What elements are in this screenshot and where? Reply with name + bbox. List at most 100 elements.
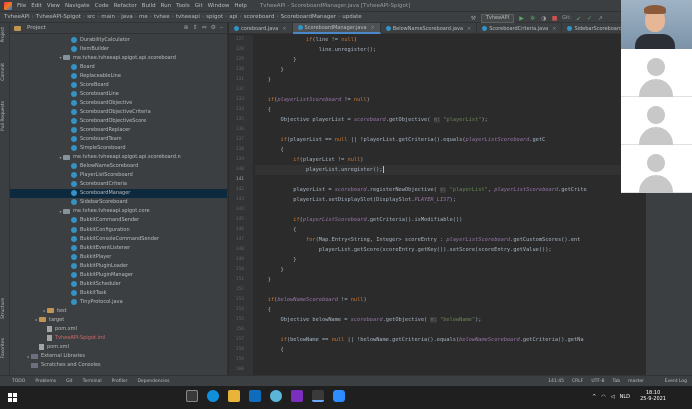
- tree-item[interactable]: BukkitPluginLoader: [10, 261, 227, 270]
- code-line[interactable]: for(Map.Entry<String, Integer> scoreEntr…: [255, 235, 580, 245]
- breadcrumb-item[interactable]: update: [342, 14, 361, 20]
- menu-refactor[interactable]: Refactor: [114, 3, 137, 9]
- tree-item[interactable]: SidebarScoreboard: [10, 198, 227, 207]
- terminal-tab[interactable]: Terminal: [83, 379, 102, 384]
- menu-window[interactable]: Window: [208, 3, 230, 9]
- code-line[interactable]: }: [255, 75, 271, 85]
- menu-view[interactable]: View: [47, 3, 60, 9]
- tree-item[interactable]: ScoreboardReplacer: [10, 125, 227, 134]
- breadcrumb-item[interactable]: tvheeapi: [176, 14, 200, 20]
- tree-item[interactable]: pom.xml: [10, 325, 227, 334]
- close-icon[interactable]: ×: [282, 26, 286, 32]
- volume-icon[interactable]: ◁: [611, 394, 615, 400]
- tree-item[interactable]: SimpleScoreboard: [10, 144, 227, 153]
- menu-help[interactable]: Help: [234, 3, 247, 9]
- tree-item[interactable]: BukkitScheduler: [10, 279, 227, 288]
- tree-item[interactable]: ▾ me.tvhee.tvheeapi.spigot.api.scoreboard…: [10, 153, 227, 162]
- tree-item[interactable]: ScoreboardTeam: [10, 135, 227, 144]
- menu-tools[interactable]: Tools: [176, 3, 190, 9]
- menu-run[interactable]: Run: [161, 3, 172, 9]
- git-push-icon[interactable]: ↗: [597, 15, 604, 22]
- code-line[interactable]: [255, 325, 258, 335]
- windows-start-icon[interactable]: [8, 393, 17, 402]
- code-line[interactable]: {: [255, 345, 284, 355]
- breadcrumb-item[interactable]: main: [101, 14, 115, 20]
- profiler-tab[interactable]: Profiler: [112, 379, 128, 384]
- tree-item[interactable]: Board: [10, 62, 227, 71]
- code-line[interactable]: [255, 205, 258, 215]
- taskbar-clock[interactable]: 18:10 25-9-2021: [640, 390, 666, 402]
- breadcrumb-item[interactable]: TvheeAPI: [4, 14, 30, 20]
- code-line[interactable]: }: [255, 265, 284, 275]
- outlook-icon[interactable]: [249, 390, 261, 402]
- locate-icon[interactable]: ⊕: [184, 24, 189, 31]
- todo-tab[interactable]: TODO: [12, 379, 25, 384]
- breadcrumb-item[interactable]: src: [87, 14, 95, 20]
- close-icon[interactable]: ×: [467, 26, 471, 32]
- tree-item[interactable]: ScoreBoard: [10, 80, 227, 89]
- tree-item[interactable]: ▸ External Libraries: [10, 352, 227, 361]
- tree-item[interactable]: ScoreboardLine: [10, 89, 227, 98]
- code-line[interactable]: if(playerListScoreboard.getCriteria().is…: [255, 215, 462, 225]
- indent-setting[interactable]: Tab: [613, 379, 621, 384]
- run-icon[interactable]: ▶: [518, 15, 525, 22]
- editor-tab[interactable]: ScoreboardManager.java ×: [292, 23, 381, 34]
- gear-icon[interactable]: ⚙: [211, 24, 216, 31]
- code-line[interactable]: [255, 175, 258, 185]
- code-line[interactable]: playerList = scoreboard.registerNewObjec…: [255, 185, 587, 195]
- tool-window-project[interactable]: Project: [1, 27, 6, 42]
- code-line[interactable]: playerList.getScore(scoreEntry.getKey())…: [255, 245, 552, 255]
- code-line[interactable]: if(playerList != null): [255, 155, 363, 165]
- tree-item[interactable]: ▸ target: [10, 315, 227, 324]
- git-update-icon[interactable]: ↙: [575, 15, 582, 22]
- tree-item[interactable]: BukkitPluginManager: [10, 270, 227, 279]
- stop-icon[interactable]: ■: [551, 15, 558, 22]
- line-separator[interactable]: CRLF: [572, 379, 583, 384]
- code-line[interactable]: {: [255, 105, 271, 115]
- tree-item[interactable]: DurabilityCalculator: [10, 35, 227, 44]
- event-log-button[interactable]: Event Log: [665, 379, 687, 384]
- problems-tab[interactable]: Problems: [35, 379, 56, 384]
- tree-item[interactable]: TvheeAPI-Spigot.iml: [10, 334, 227, 343]
- breadcrumb-item[interactable]: ScoreboardManager: [281, 14, 336, 20]
- expand-all-icon[interactable]: ⇕: [193, 24, 198, 31]
- tool-window-structure[interactable]: Structure: [1, 298, 6, 319]
- tree-item[interactable]: BelowNameScoreboard: [10, 162, 227, 171]
- code-line[interactable]: {: [255, 145, 284, 155]
- tree-item[interactable]: ScoreboardCriteria: [10, 180, 227, 189]
- tree-item[interactable]: BukkitCommandSender: [10, 216, 227, 225]
- menu-edit[interactable]: Edit: [31, 3, 42, 9]
- tree-item[interactable]: ScoreboardObjectiveScore: [10, 116, 227, 125]
- tree-item[interactable]: BukkitEventListener: [10, 243, 227, 252]
- tree-item[interactable]: ▸ test: [10, 306, 227, 315]
- coverage-icon[interactable]: ◑: [540, 15, 547, 22]
- zoom-icon[interactable]: [333, 390, 345, 402]
- code-line[interactable]: [255, 85, 258, 95]
- tool-window-commit[interactable]: Commit: [1, 63, 6, 81]
- menu-build[interactable]: Build: [142, 3, 156, 9]
- breadcrumb-item[interactable]: java: [121, 14, 133, 20]
- tree-item[interactable]: PlayerListScoreboard: [10, 171, 227, 180]
- code-line[interactable]: if(line != null): [255, 35, 357, 45]
- breadcrumb-item[interactable]: tvhee: [154, 14, 170, 20]
- code-line[interactable]: [255, 285, 258, 295]
- code-line[interactable]: line.unregister();: [255, 45, 376, 55]
- close-icon[interactable]: ×: [371, 25, 375, 31]
- tree-item[interactable]: TinyProtocol.java: [10, 297, 227, 306]
- breadcrumb-item[interactable]: TvheeAPI-Spigot: [36, 14, 81, 20]
- messenger-icon[interactable]: [291, 390, 303, 402]
- code-line[interactable]: if(belowNameScoreboard != null): [255, 295, 367, 305]
- wifi-icon[interactable]: ◠: [601, 394, 605, 400]
- tree-item[interactable]: ReplaceableLine: [10, 71, 227, 80]
- code-line[interactable]: if(playerList == null || !playerList.get…: [255, 135, 546, 145]
- tree-item[interactable]: ScoreboardObjectiveCriteria: [10, 107, 227, 116]
- tree-item[interactable]: ▾ me.tvhee.tvheeapi.spigot.api.scoreboard: [10, 53, 227, 62]
- task-view-icon[interactable]: [186, 390, 198, 402]
- tree-item[interactable]: BukkitConsoleCommandSender: [10, 234, 227, 243]
- git-commit-icon[interactable]: ✓: [586, 15, 593, 22]
- code-line[interactable]: {: [255, 225, 296, 235]
- editor-tab[interactable]: ScoreboardCriteria.java ×: [477, 23, 563, 34]
- git-branch[interactable]: master: [628, 379, 644, 384]
- project-panel-title[interactable]: Project: [27, 25, 46, 31]
- editor-tab[interactable]: BelowNameScoreboard.java ×: [381, 23, 478, 34]
